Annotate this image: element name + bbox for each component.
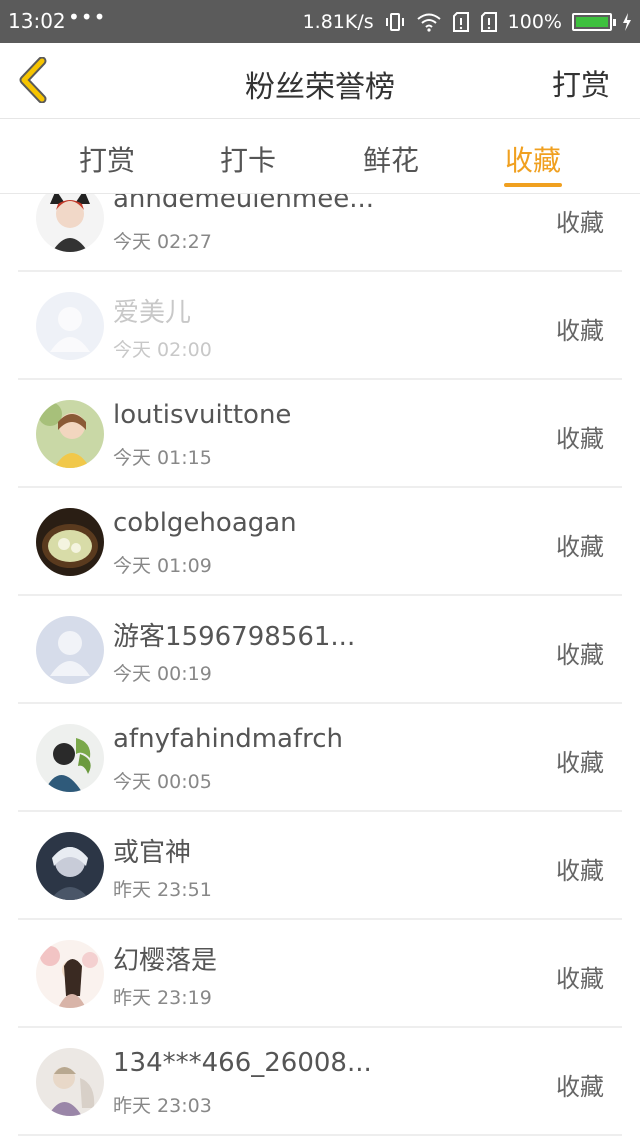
- app-header: 粉丝荣誉榜 打赏: [0, 43, 640, 119]
- sim1-icon: [452, 11, 469, 32]
- battery-percent: 100%: [507, 10, 562, 33]
- list-item[interactable]: loutisvuittone 今天 01:15 收藏: [0, 380, 640, 488]
- wifi-icon: [417, 13, 441, 32]
- vibrate-icon: [385, 12, 404, 31]
- fan-list[interactable]: anndemeulenmee... 今天 02:27 收藏 爱美儿 今天 02:…: [0, 194, 640, 1138]
- list-item[interactable]: 幻樱落是 昨天 23:19 收藏: [0, 920, 640, 1028]
- favorite-label: 收藏: [556, 209, 604, 237]
- avatar: [36, 832, 104, 900]
- user-name: 134***466_26008...: [113, 1048, 372, 1078]
- user-name: coblgehoagan: [113, 508, 297, 538]
- status-bar: 13:02 ••• 1.81K/s 100%: [0, 0, 640, 43]
- user-name: afnyfahindmafrch: [113, 724, 344, 754]
- default-avatar-icon: [36, 616, 104, 684]
- timestamp: 今天 02:27: [113, 231, 212, 253]
- active-tab-indicator: [504, 183, 562, 187]
- list-item[interactable]: afnyfahindmafrch 今天 00:05 收藏: [0, 704, 640, 812]
- avatar: [36, 400, 104, 468]
- avatar: [36, 1048, 104, 1116]
- list-item[interactable]: 游客1596798561... 今天 00:19 收藏: [0, 596, 640, 704]
- sim2-icon: [480, 11, 497, 32]
- favorite-label: 收藏: [556, 857, 604, 885]
- battery-icon: [572, 12, 616, 31]
- favorite-label: 收藏: [556, 965, 604, 993]
- avatar: [36, 508, 104, 576]
- timestamp: 今天 01:15: [113, 447, 212, 469]
- list-item[interactable]: coblgehoagan 今天 01:09 收藏: [0, 488, 640, 596]
- timestamp: 今天 02:00: [113, 339, 212, 361]
- avatar: [36, 940, 104, 1008]
- favorite-label: 收藏: [556, 425, 604, 453]
- timestamp: 今天 00:05: [113, 771, 212, 793]
- timestamp: 昨天 23:19: [113, 987, 212, 1009]
- favorite-label: 收藏: [556, 533, 604, 561]
- list-item[interactable]: anndemeulenmee... 今天 02:27 收藏: [0, 194, 640, 272]
- user-name: loutisvuittone: [113, 400, 292, 430]
- favorite-label: 收藏: [556, 1073, 604, 1101]
- timestamp: 昨天 23:03: [113, 1095, 212, 1117]
- network-speed: 1.81K/s: [302, 10, 374, 33]
- reward-button[interactable]: 打赏: [552, 62, 610, 104]
- user-name: anndemeulenmee...: [113, 194, 375, 214]
- list-item[interactable]: 爱美儿 今天 02:00 收藏: [0, 272, 640, 380]
- list-item[interactable]: 或官神 昨天 23:51 收藏: [0, 812, 640, 920]
- avatar: [36, 724, 104, 792]
- tab-favorites[interactable]: 收藏: [483, 139, 583, 179]
- favorite-label: 收藏: [556, 749, 604, 777]
- favorite-label: 收藏: [556, 641, 604, 669]
- timestamp: 今天 00:19: [113, 663, 212, 685]
- timestamp: 今天 01:09: [113, 555, 212, 577]
- status-indicators: 1.81K/s 100%: [303, 0, 632, 43]
- tab-flowers[interactable]: 鲜花: [341, 139, 441, 179]
- user-name: 游客1596798561...: [113, 622, 356, 652]
- timestamp: 昨天 23:51: [113, 879, 212, 901]
- user-name: 幻樱落是: [113, 946, 218, 976]
- favorite-label: 收藏: [556, 317, 604, 345]
- status-time: 13:02: [8, 9, 66, 33]
- user-name: 或官神: [113, 838, 192, 868]
- tab-reward[interactable]: 打赏: [57, 139, 157, 179]
- default-avatar-icon: [36, 292, 104, 360]
- avatar: [36, 194, 104, 252]
- tab-bar: 打赏 打卡 鲜花 收藏: [0, 119, 640, 194]
- list-item[interactable]: 134***466_26008... 昨天 23:03 收藏: [0, 1028, 640, 1136]
- notification-dots-icon: •••: [68, 5, 107, 29]
- tab-checkin[interactable]: 打卡: [198, 139, 298, 179]
- user-name: 爱美儿: [113, 298, 192, 328]
- page-title: 粉丝荣誉榜: [245, 70, 395, 105]
- charging-icon: [623, 12, 631, 31]
